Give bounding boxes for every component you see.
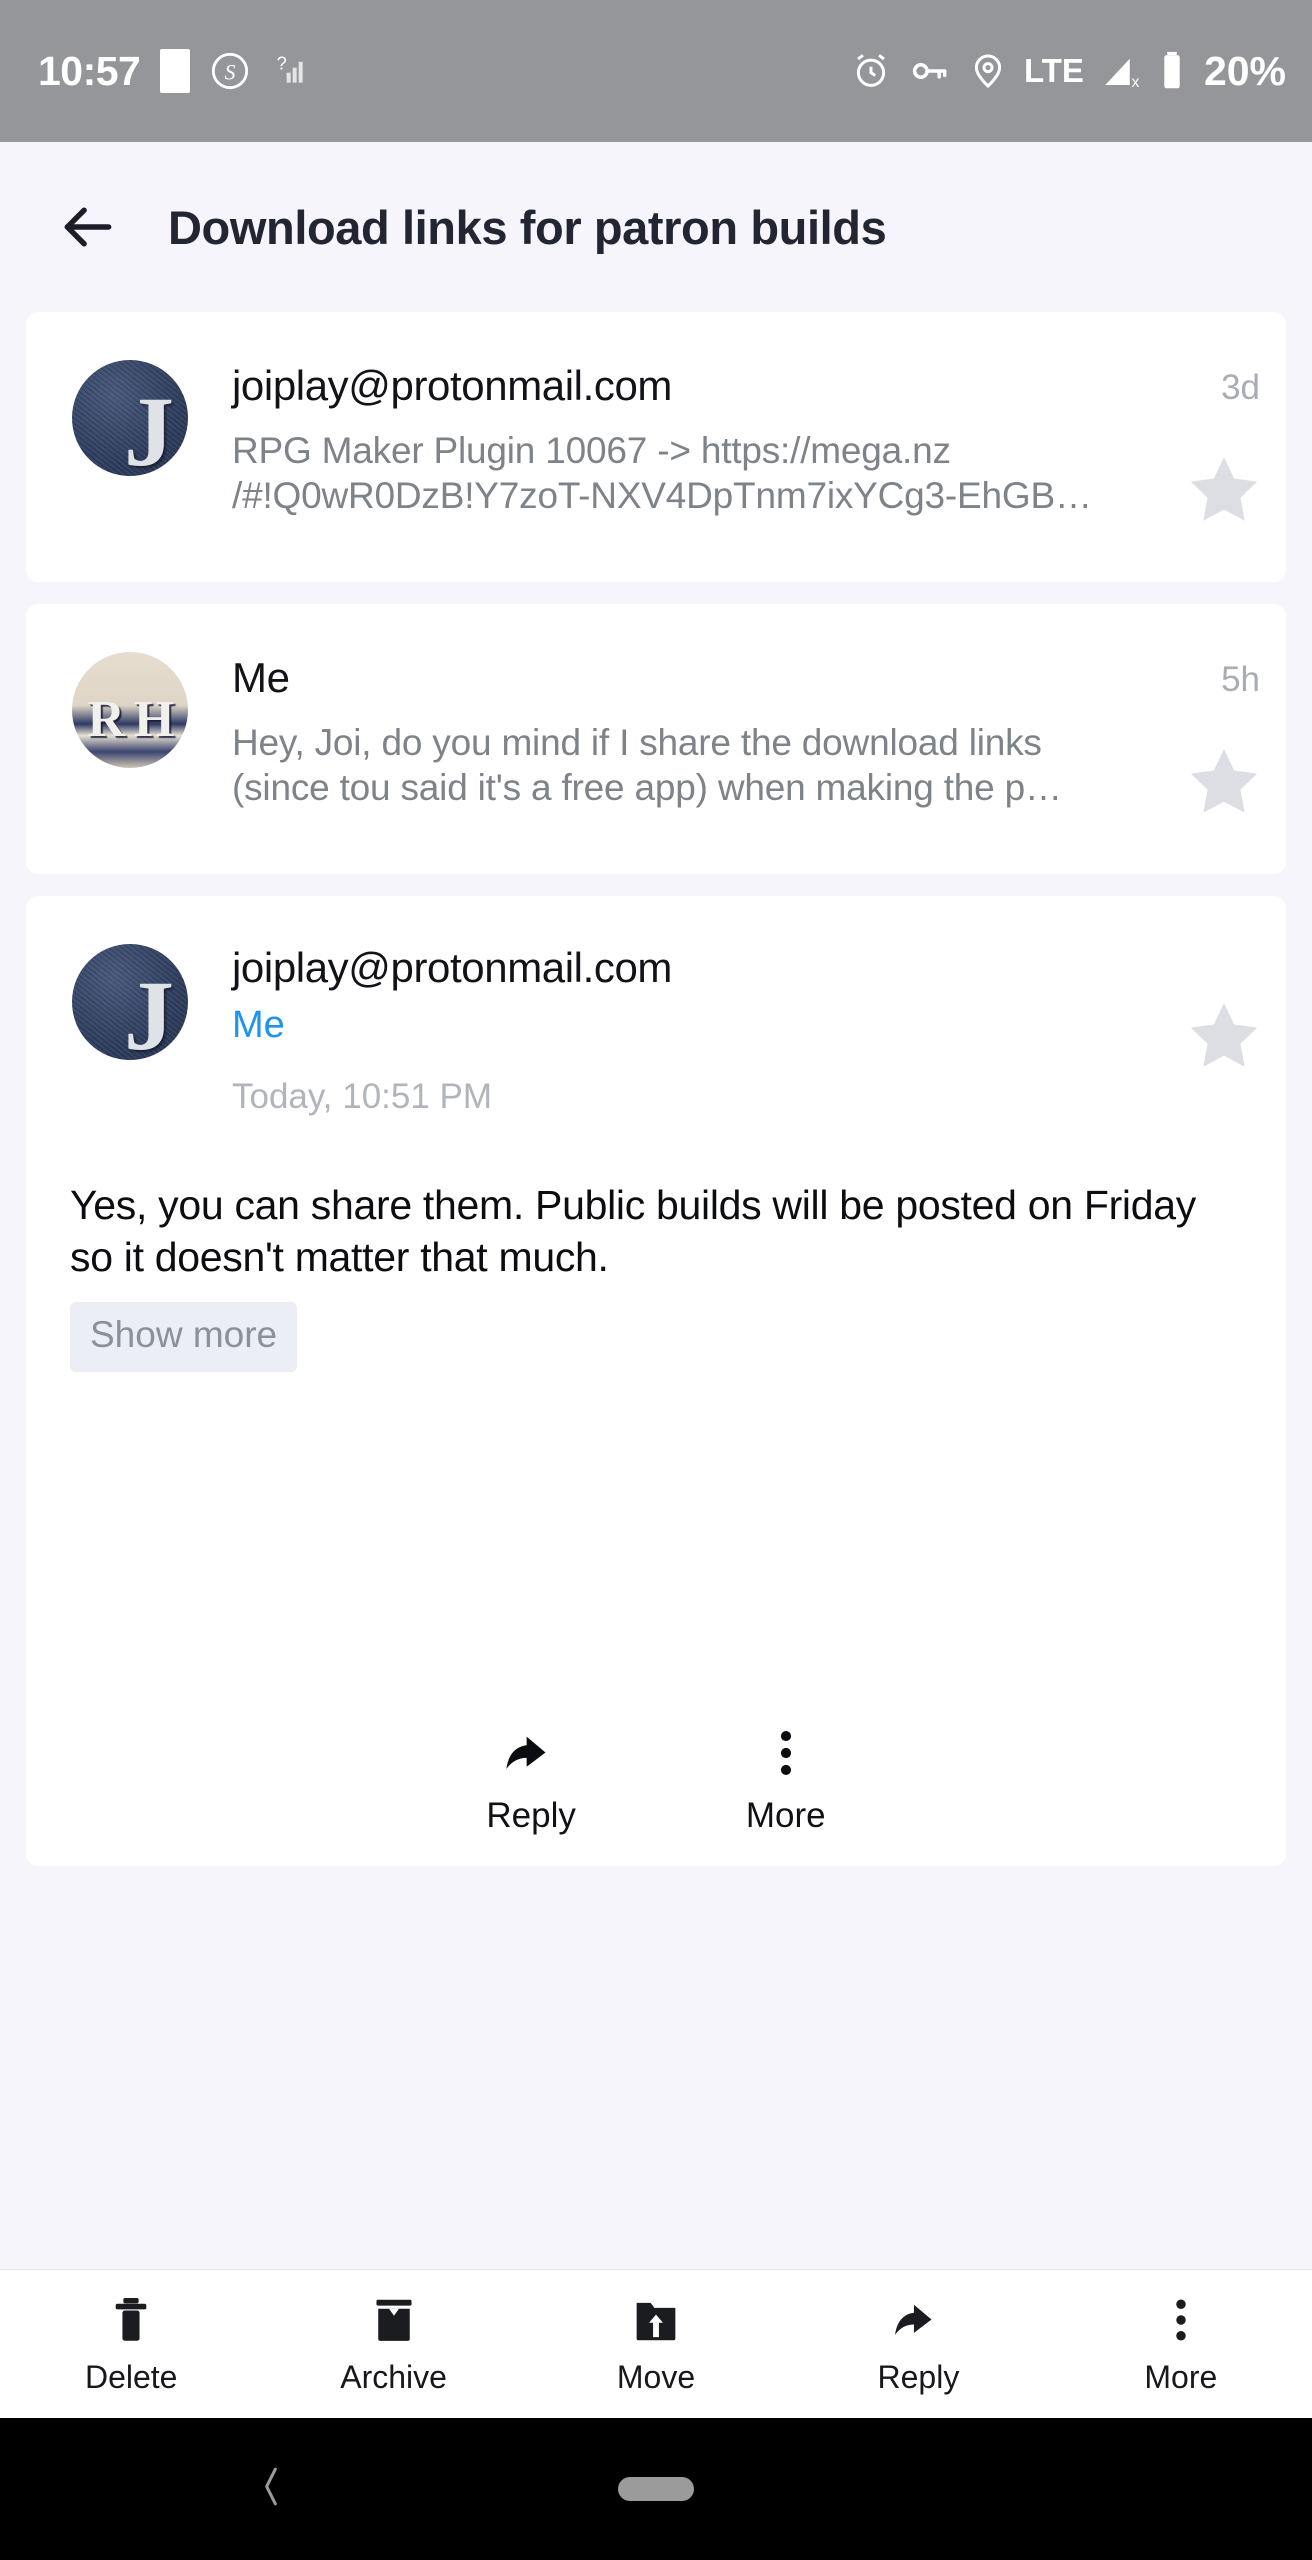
- message-meta: [1136, 944, 1286, 1117]
- star-button[interactable]: [1182, 740, 1266, 829]
- message-summary: Me Hey, Joi, do you mind if I share the …: [188, 652, 1136, 826]
- nav-back-button[interactable]: [252, 2461, 290, 2518]
- show-more-button[interactable]: Show more: [70, 1301, 298, 1372]
- network-type-label: LTE: [1024, 52, 1084, 89]
- signal-unknown-icon: ?: [270, 51, 310, 91]
- message-body: Yes, you can share them. Public builds w…: [70, 1182, 1196, 1281]
- message-sender: joiplay@protonmail.com: [232, 362, 673, 409]
- bottom-action-bar: Delete Archive Move Reply More: [0, 2270, 1312, 2418]
- message-date: Today, 10:51 PM: [232, 1077, 493, 1116]
- bottom-action-label: Delete: [84, 2358, 178, 2395]
- signal-off-icon: x: [1100, 50, 1142, 92]
- trash-icon: [115, 2297, 147, 2341]
- chevron-left-icon: [265, 2467, 277, 2506]
- archive-button[interactable]: Archive: [262, 2293, 524, 2396]
- back-button[interactable]: [50, 189, 126, 265]
- status-bar-clock: 10:57: [38, 47, 141, 94]
- android-nav-bar: [0, 2418, 1312, 2560]
- star-button[interactable]: [1182, 448, 1266, 537]
- home-pill-indicator[interactable]: [618, 2477, 694, 2501]
- svg-text:S: S: [225, 60, 236, 84]
- message-header: joiplay@protonmail.com Me Today, 10:51 P…: [26, 944, 1286, 1117]
- message-meta: 5h: [1136, 652, 1286, 826]
- overflow-dots-icon: [1176, 2299, 1186, 2340]
- arrow-left-icon: [64, 207, 112, 247]
- inline-more-button[interactable]: More: [746, 1724, 826, 1836]
- message-timestamp: 3d: [1221, 368, 1260, 407]
- star-icon: [1190, 749, 1258, 813]
- message-snippet: Hey, Joi, do you mind if I share the dow…: [232, 722, 1062, 809]
- bottom-action-label: Archive: [340, 2358, 447, 2395]
- s-circle-icon: S: [210, 51, 250, 91]
- message-card-collapsed[interactable]: Me Hey, Joi, do you mind if I share the …: [26, 604, 1286, 874]
- message-card-collapsed[interactable]: joiplay@protonmail.com RPG Maker Plugin …: [26, 312, 1286, 582]
- message-timestamp: 5h: [1221, 660, 1260, 699]
- message-recipient[interactable]: Me: [232, 1004, 1112, 1047]
- avatar: [72, 944, 188, 1060]
- reply-arrow-icon: [506, 1736, 546, 1769]
- location-icon: [968, 51, 1008, 91]
- alarm-icon: [850, 50, 892, 92]
- status-bar-left: 10:57 S ?: [38, 48, 310, 95]
- page-title: Download links for patron builds: [168, 200, 887, 254]
- bottom-action-label: More: [1144, 2358, 1218, 2395]
- reply-arrow-icon: [895, 2304, 932, 2335]
- overflow-dots-icon: [780, 1730, 791, 1775]
- message-thread: joiplay@protonmail.com RPG Maker Plugin …: [0, 312, 1312, 1888]
- message-snippet: RPG Maker Plugin 10067 -> https://mega.n…: [232, 430, 1092, 517]
- bottom-action-label: Move: [616, 2358, 696, 2395]
- svg-text:x: x: [1131, 74, 1139, 91]
- star-icon: [1190, 1003, 1258, 1067]
- bottom-action-label: Reply: [877, 2358, 960, 2395]
- reply-button[interactable]: Reply: [787, 2293, 1049, 2396]
- inline-action-label: More: [745, 1795, 826, 1835]
- status-bar-right: LTE x 20%: [850, 48, 1286, 95]
- message-summary: joiplay@protonmail.com RPG Maker Plugin …: [188, 360, 1136, 534]
- svg-text:?: ?: [277, 52, 287, 73]
- folder-move-icon: [636, 2302, 676, 2340]
- app-header: Download links for patron builds: [0, 142, 1312, 312]
- more-button[interactable]: More: [1050, 2293, 1312, 2396]
- vpn-key-icon: [908, 49, 952, 93]
- white-square-icon: [160, 49, 191, 93]
- delete-button[interactable]: Delete: [0, 2293, 262, 2396]
- message-identity: joiplay@protonmail.com Me Today, 10:51 P…: [188, 944, 1136, 1117]
- inline-reply-button[interactable]: Reply: [486, 1724, 576, 1836]
- archive-box-icon: [376, 2299, 412, 2341]
- email-thread-screen: 10:57 S ? LTE x 20% Download links for p…: [0, 0, 1312, 2560]
- message-sender: Me: [232, 654, 290, 701]
- star-button[interactable]: [1182, 994, 1266, 1083]
- move-button[interactable]: Move: [525, 2293, 787, 2396]
- star-icon: [1190, 457, 1258, 521]
- status-bar: 10:57 S ? LTE x 20%: [0, 0, 1312, 142]
- avatar: [72, 360, 188, 476]
- battery-icon: [1158, 49, 1186, 93]
- battery-percent-label: 20%: [1203, 47, 1286, 94]
- message-card-expanded[interactable]: joiplay@protonmail.com Me Today, 10:51 P…: [26, 896, 1286, 1866]
- message-meta: 3d: [1136, 360, 1286, 534]
- message-action-row: Reply More: [26, 1724, 1286, 1866]
- inline-action-label: Reply: [486, 1795, 576, 1835]
- message-sender: joiplay@protonmail.com: [232, 944, 673, 991]
- avatar: [72, 652, 188, 768]
